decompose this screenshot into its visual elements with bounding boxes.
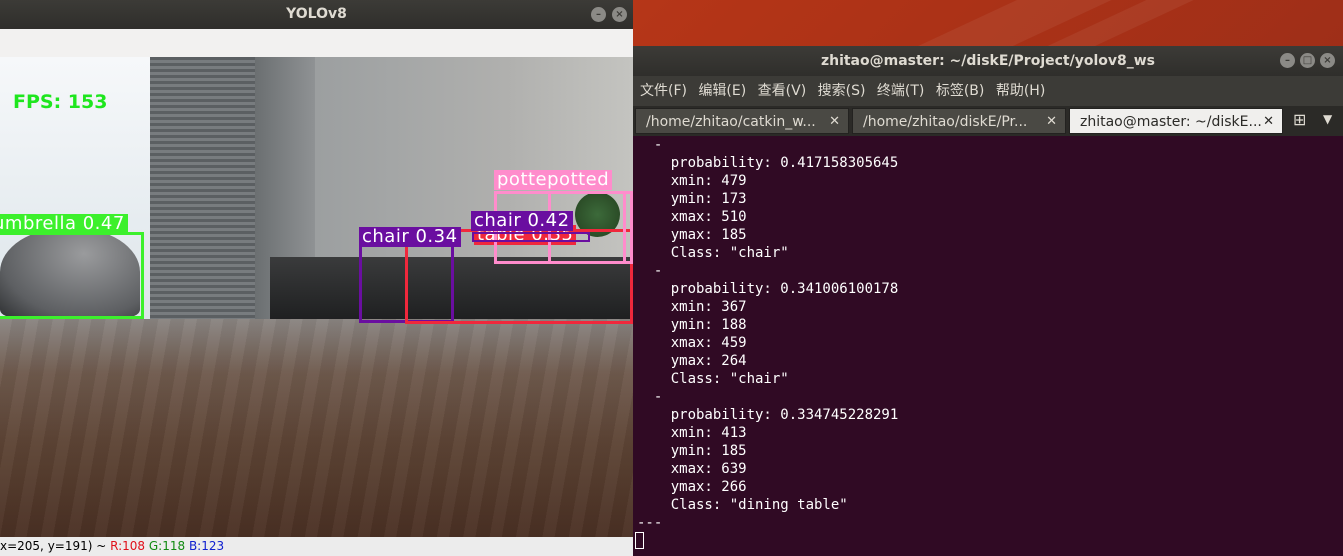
tab-label: /home/zhitao/diskE/Pr...	[863, 114, 1028, 130]
terminal-line: xmin: 479	[637, 173, 747, 189]
pixel-green-value: G:118	[148, 539, 186, 553]
tab-label: zhitao@master: ~/diskE...	[1080, 114, 1262, 130]
terminal-tab[interactable]: /home/zhitao/catkin_w... ✕	[635, 108, 849, 134]
scene-table	[0, 319, 633, 537]
terminal-menubar: 文件(F) 编辑(E) 查看(V) 搜索(S) 终端(T) 标签(B) 帮助(H…	[633, 76, 1343, 106]
terminal-line: probability: 0.334745228291	[637, 407, 899, 423]
maximize-icon[interactable]: □	[1300, 53, 1315, 68]
terminal-line: xmax: 459	[637, 335, 747, 351]
terminal-line: ymin: 173	[637, 191, 747, 207]
terminal-cursor	[635, 532, 644, 549]
terminal-line: Class: "chair"	[637, 245, 789, 261]
terminal-line: probability: 0.341006100178	[637, 281, 899, 297]
pixel-red-value: R:108	[110, 539, 146, 553]
terminal-line: -	[637, 263, 663, 279]
camera-view[interactable]: FPS: 153 umbrella 0.47 table 0.35 chair …	[0, 57, 633, 537]
detection-box-chair	[472, 232, 590, 242]
terminal-tab-active[interactable]: zhitao@master: ~/diskE... ✕	[1069, 108, 1283, 134]
tab-close-icon[interactable]: ✕	[1046, 109, 1057, 133]
terminal-line: ymax: 266	[637, 479, 747, 495]
fps-counter: FPS: 153	[13, 91, 108, 113]
yolo-window: YOLOv8 – × FPS: 153 umbrella 0.47 table …	[0, 0, 633, 556]
menu-help[interactable]: 帮助(H)	[996, 76, 1045, 106]
scene-blinds	[150, 57, 260, 319]
yolo-titlebar: YOLOv8 – ×	[0, 0, 633, 29]
terminal-line: -	[637, 137, 663, 153]
pixel-blue-value: B:123	[188, 539, 225, 553]
terminal-line: ymin: 188	[637, 317, 747, 333]
terminal-line: -	[637, 389, 663, 405]
terminal-line: ymax: 264	[637, 353, 747, 369]
minimize-icon[interactable]: –	[1280, 53, 1295, 68]
menu-search[interactable]: 搜索(S)	[818, 76, 866, 106]
cursor-coordinates: x=205, y=191) ~	[0, 539, 111, 553]
terminal-window: zhitao@master: ~/diskE/Project/yolov8_ws…	[633, 46, 1343, 556]
tab-close-icon[interactable]: ✕	[829, 109, 840, 133]
menu-view[interactable]: 查看(V)	[758, 76, 807, 106]
terminal-output[interactable]: - probability: 0.417158305645 xmin: 479 …	[633, 136, 1343, 556]
menu-edit[interactable]: 编辑(E)	[698, 76, 746, 106]
minimize-icon[interactable]: –	[591, 7, 606, 22]
detection-label-chair: chair 0.34	[359, 227, 461, 247]
terminal-line: probability: 0.417158305645	[637, 155, 899, 171]
terminal-line: Class: "chair"	[637, 371, 789, 387]
terminal-tabbar: /home/zhitao/catkin_w... ✕ /home/zhitao/…	[633, 106, 1343, 136]
terminal-line: xmax: 639	[637, 461, 747, 477]
yolo-window-title: YOLOv8	[286, 6, 347, 22]
terminal-line: ymax: 185	[637, 227, 747, 243]
terminal-line: xmax: 510	[637, 209, 747, 225]
detection-label-potted-plant: pottepotted	[494, 170, 613, 190]
terminal-line: xmin: 367	[637, 299, 747, 315]
menu-file[interactable]: 文件(F)	[640, 76, 687, 106]
terminal-tab[interactable]: /home/zhitao/diskE/Pr... ✕	[852, 108, 1066, 134]
detection-label-chair: chair 0.42	[471, 211, 573, 231]
tabs-menu-chevron-down-icon[interactable]: ▼	[1323, 112, 1332, 126]
close-icon[interactable]: ×	[612, 7, 627, 22]
terminal-line: xmin: 413	[637, 425, 747, 441]
terminal-line: Class: "dining table"	[637, 497, 848, 513]
close-icon[interactable]: ×	[1320, 53, 1335, 68]
terminal-line: ymin: 185	[637, 443, 747, 459]
tab-close-icon[interactable]: ✕	[1263, 109, 1274, 133]
pixel-status-bar: x=205, y=191) ~ R:108 G:118 B:123	[0, 537, 633, 556]
terminal-window-title: zhitao@master: ~/diskE/Project/yolov8_ws	[820, 53, 1156, 69]
yolo-toolbar	[0, 29, 633, 57]
new-tab-icon[interactable]: ⊞	[1293, 110, 1306, 129]
menu-terminal[interactable]: 终端(T)	[877, 76, 924, 106]
detection-label-umbrella: umbrella 0.47	[0, 214, 128, 234]
tab-label: /home/zhitao/catkin_w...	[646, 114, 816, 130]
detection-box-umbrella	[0, 232, 144, 319]
terminal-line: ---	[637, 515, 663, 531]
menu-tabs[interactable]: 标签(B)	[936, 76, 985, 106]
terminal-titlebar: zhitao@master: ~/diskE/Project/yolov8_ws…	[633, 46, 1343, 76]
